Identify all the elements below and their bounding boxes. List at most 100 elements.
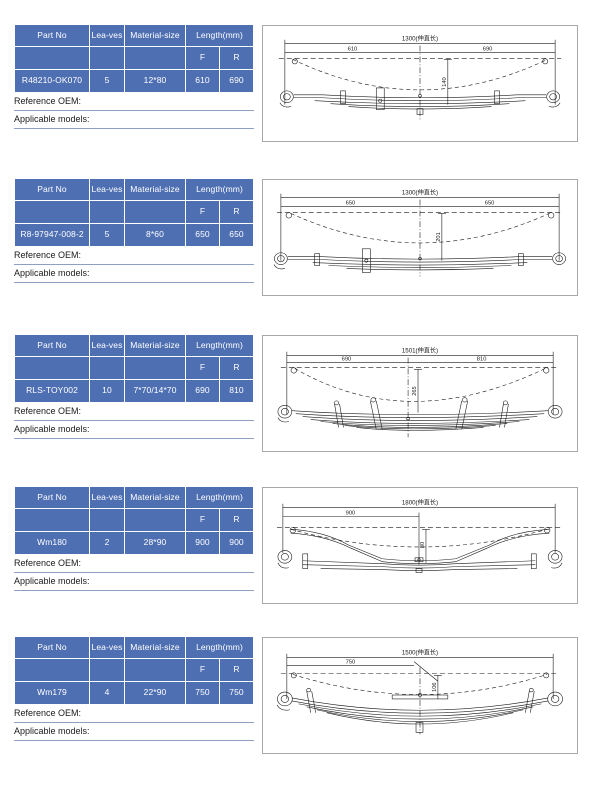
table-subheader-row: F R <box>14 658 254 682</box>
header-length: Length(mm) <box>185 24 254 47</box>
reference-oem-line: Reference OEM: <box>14 705 254 723</box>
subheader-front: F <box>185 46 220 70</box>
applicable-models-line: Applicable models: <box>14 111 254 129</box>
catalog-page: Part No Lea-ves Material-size Length(mm)… <box>0 0 591 788</box>
dim-height-label: 80 <box>420 542 426 548</box>
header-leaves: Lea-ves <box>89 636 125 659</box>
cell-material-size: 28*90 <box>124 531 186 555</box>
spec-table: Part No Lea-ves Material-size Length(mm)… <box>14 24 254 93</box>
leaf-spring-diagram: 1300(伸直长) 610 690 140 <box>262 25 578 142</box>
subheader-blank-part <box>14 46 90 70</box>
leaf-spring-diagram: 1300(伸直长) 650 650 201 <box>262 179 578 296</box>
table-header-row: Part No Lea-ves Material-size Length(mm) <box>14 24 254 47</box>
reference-oem-line: Reference OEM: <box>14 247 254 265</box>
cell-leaves: 2 <box>89 531 125 555</box>
header-material-size: Material-size <box>124 178 186 201</box>
header-length: Length(mm) <box>185 334 254 357</box>
header-length: Length(mm) <box>185 178 254 201</box>
subheader-front: F <box>185 200 220 224</box>
cell-length-f: 610 <box>185 69 220 93</box>
spec-table: Part No Lea-ves Material-size Length(mm)… <box>14 178 254 247</box>
spec-table: Part No Lea-ves Material-size Length(mm)… <box>14 486 254 555</box>
subheader-rear: R <box>219 508 254 532</box>
cell-length-r: 750 <box>219 681 254 705</box>
reference-oem-line: Reference OEM: <box>14 403 254 421</box>
product-block: Part No Lea-ves Material-size Length(mm)… <box>0 486 591 616</box>
dim-right-label: 690 <box>483 47 493 53</box>
table-subheader-row: F R <box>14 508 254 532</box>
subheader-rear: R <box>219 658 254 682</box>
table-header-row: Part No Lea-ves Material-size Length(mm) <box>14 636 254 659</box>
header-length: Length(mm) <box>185 486 254 509</box>
cell-length-f: 900 <box>185 531 220 555</box>
subheader-front: F <box>185 356 220 380</box>
subheader-blank-leaves <box>89 658 125 682</box>
spec-table: Part No Lea-ves Material-size Length(mm)… <box>14 334 254 403</box>
subheader-front: F <box>185 658 220 682</box>
applicable-models-line: Applicable models: <box>14 573 254 591</box>
cell-part-no: R8-97947-008-2 <box>14 223 90 247</box>
spec-table-wrap: Part No Lea-ves Material-size Length(mm)… <box>14 334 254 439</box>
dim-left-label: 690 <box>342 357 352 363</box>
subheader-blank-material <box>124 508 186 532</box>
table-row: R8-97947-008-2 5 8*60 650 650 <box>14 223 254 247</box>
product-block: Part No Lea-ves Material-size Length(mm)… <box>0 334 591 464</box>
dim-total-label: 1300(伸直长) <box>402 189 438 197</box>
table-header-row: Part No Lea-ves Material-size Length(mm) <box>14 334 254 357</box>
header-leaves: Lea-ves <box>89 24 125 47</box>
table-subheader-row: F R <box>14 46 254 70</box>
subheader-rear: R <box>219 356 254 380</box>
dim-left-label: 650 <box>346 201 356 207</box>
header-part-no: Part No <box>14 24 90 47</box>
dim-left-label: 750 <box>346 660 356 666</box>
subheader-blank-part <box>14 200 90 224</box>
cell-part-no: R48210-OK070 <box>14 69 90 93</box>
dim-height-label: 106 <box>432 682 438 691</box>
header-material-size: Material-size <box>124 24 186 47</box>
leaf-spring-diagram: 1800(伸直长) 900 80 <box>262 487 578 604</box>
subheader-blank-part <box>14 508 90 532</box>
cell-material-size: 7*70/14*70 <box>124 379 186 403</box>
product-block: Part No Lea-ves Material-size Length(mm)… <box>0 24 591 154</box>
dim-total-label: 1500(伸直长) <box>402 649 438 657</box>
header-material-size: Material-size <box>124 334 186 357</box>
header-part-no: Part No <box>14 334 90 357</box>
table-header-row: Part No Lea-ves Material-size Length(mm) <box>14 486 254 509</box>
header-material-size: Material-size <box>124 486 186 509</box>
dim-height-label: 140 <box>442 77 448 86</box>
subheader-front: F <box>185 508 220 532</box>
table-subheader-row: F R <box>14 356 254 380</box>
spec-table: Part No Lea-ves Material-size Length(mm)… <box>14 636 254 705</box>
dim-total-label: 1501(伸直长) <box>402 347 438 355</box>
cell-length-r: 810 <box>219 379 254 403</box>
spec-table-wrap: Part No Lea-ves Material-size Length(mm)… <box>14 486 254 591</box>
header-length: Length(mm) <box>185 636 254 659</box>
subheader-blank-material <box>124 658 186 682</box>
cell-material-size: 22*90 <box>124 681 186 705</box>
header-leaves: Lea-ves <box>89 178 125 201</box>
applicable-models-line: Applicable models: <box>14 265 254 283</box>
spec-table-wrap: Part No Lea-ves Material-size Length(mm)… <box>14 636 254 741</box>
header-part-no: Part No <box>14 178 90 201</box>
cell-part-no: Wm179 <box>14 681 90 705</box>
cell-length-r: 900 <box>219 531 254 555</box>
header-part-no: Part No <box>14 636 90 659</box>
cell-length-f: 750 <box>185 681 220 705</box>
subheader-blank-part <box>14 658 90 682</box>
cell-part-no: RLS-TOY002 <box>14 379 90 403</box>
subheader-blank-material <box>124 200 186 224</box>
subheader-blank-leaves <box>89 356 125 380</box>
subheader-blank-material <box>124 356 186 380</box>
cell-leaves: 10 <box>89 379 125 403</box>
cell-length-r: 690 <box>219 69 254 93</box>
cell-length-f: 650 <box>185 223 220 247</box>
header-part-no: Part No <box>14 486 90 509</box>
dim-left-label: 610 <box>348 47 358 53</box>
subheader-blank-leaves <box>89 200 125 224</box>
cell-leaves: 4 <box>89 681 125 705</box>
product-block: Part No Lea-ves Material-size Length(mm)… <box>0 636 591 766</box>
cell-length-f: 690 <box>185 379 220 403</box>
dim-left-label: 900 <box>346 511 356 517</box>
reference-oem-line: Reference OEM: <box>14 93 254 111</box>
dim-total-label: 1300(伸直长) <box>402 35 438 43</box>
